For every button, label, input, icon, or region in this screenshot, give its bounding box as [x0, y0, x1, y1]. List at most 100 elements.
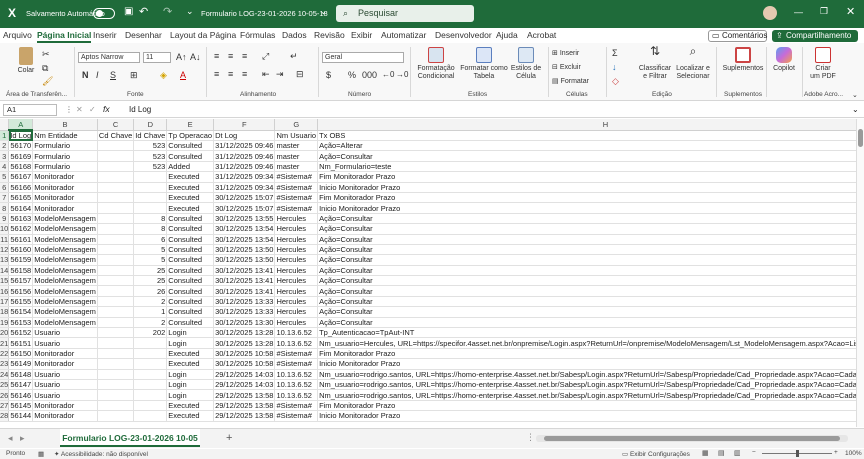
create-pdf-button[interactable]: Criar um PDF	[806, 47, 840, 81]
tab-desenhar[interactable]: Desenhar	[125, 30, 162, 40]
zoom-out-icon[interactable]: −	[752, 449, 756, 456]
cell-h7[interactable]: Fim Monitorador Prazo	[317, 192, 856, 204]
cell-f8[interactable]: 30/12/2025 15:07	[213, 202, 276, 214]
cell-c10[interactable]	[97, 223, 135, 235]
cell-c16[interactable]	[97, 285, 135, 297]
cell-f1[interactable]: Dt Log	[213, 130, 276, 141]
cell-f25[interactable]: 29/12/2025 14:03	[213, 379, 276, 391]
column-header-b[interactable]: B	[32, 119, 98, 131]
cell-f24[interactable]: 29/12/2025 14:03	[213, 369, 276, 381]
cell-h15[interactable]: Ação=Consultar	[317, 275, 856, 287]
cell-f17[interactable]: 30/12/2025 13:33	[213, 296, 276, 308]
cell-b11[interactable]: ModeloMensagem	[32, 234, 98, 245]
conditional-formatting-button[interactable]: Formatação Condicional	[413, 47, 459, 81]
cell-c9[interactable]	[97, 213, 135, 225]
cell-d27[interactable]	[133, 400, 168, 412]
cell-f26[interactable]: 29/12/2025 13:58	[213, 389, 276, 401]
row-header[interactable]: 7	[0, 192, 10, 204]
cell-e17[interactable]: Consulted	[166, 296, 215, 308]
cell-f12[interactable]: 30/12/2025 13:50	[213, 244, 276, 256]
cell-g26[interactable]: 10.13.6.52	[274, 389, 319, 401]
row-header[interactable]: 6	[0, 182, 10, 193]
copy-icon[interactable]: ⧉	[42, 63, 48, 74]
cell-e22[interactable]: Executed	[166, 348, 215, 360]
cell-a11[interactable]: 56161	[8, 234, 34, 245]
name-box[interactable]: A1	[3, 104, 57, 116]
cell-c8[interactable]	[97, 202, 135, 214]
cell-b24[interactable]: Usuario	[32, 369, 98, 381]
cell-g7[interactable]: #Sistema#	[274, 192, 319, 204]
cell-g19[interactable]: Hercules	[274, 317, 319, 329]
cell-a7[interactable]: 56165	[8, 192, 34, 204]
cell-g12[interactable]: Hercules	[274, 244, 319, 256]
cell-h13[interactable]: Ação=Consultar	[317, 254, 856, 266]
cell-e8[interactable]: Executed	[166, 202, 215, 214]
cell-g9[interactable]: Hercules	[274, 213, 319, 225]
avatar[interactable]	[763, 6, 777, 20]
tab-ajuda[interactable]: Ajuda	[496, 30, 518, 40]
cell-a18[interactable]: 56154	[8, 306, 34, 318]
row-header[interactable]: 22	[0, 348, 10, 360]
cell-f2[interactable]: 31/12/2025 09:46	[213, 140, 276, 152]
tab-acrobat[interactable]: Acrobat	[527, 30, 556, 40]
cell-h18[interactable]: Ação=Consultar	[317, 306, 856, 318]
cell-b19[interactable]: ModeloMensagem	[32, 317, 98, 329]
cell-b16[interactable]: ModeloMensagem	[32, 285, 98, 297]
cell-e6[interactable]: Executed	[166, 182, 215, 193]
cell-h9[interactable]: Ação=Consultar	[317, 213, 856, 225]
fill-color-icon[interactable]: ◈	[160, 70, 167, 81]
cell-a3[interactable]: 56169	[8, 150, 34, 162]
increase-decimal-icon[interactable]: ←0	[382, 70, 394, 79]
cell-a17[interactable]: 56155	[8, 296, 34, 308]
sort-filter-button[interactable]: ⇅ Classificar e Filtrar	[636, 45, 674, 81]
increase-indent-icon[interactable]: ⇥	[276, 69, 284, 80]
cell-a20[interactable]: 56152	[8, 327, 34, 339]
align-center-icon[interactable]: ≡	[228, 69, 233, 79]
cell-c13[interactable]	[97, 254, 135, 266]
cell-c2[interactable]	[97, 140, 135, 152]
tab-automatizar[interactable]: Automatizar	[381, 30, 426, 40]
select-all-corner[interactable]	[0, 119, 10, 131]
cell-f4[interactable]: 31/12/2025 09:46	[213, 161, 276, 173]
display-settings-button[interactable]: ▭ Exibir Configurações	[622, 450, 690, 458]
prev-sheet-icon[interactable]: ◂	[8, 433, 13, 444]
cell-g18[interactable]: Hercules	[274, 306, 319, 318]
column-header-e[interactable]: E	[166, 119, 215, 131]
cell-b25[interactable]: Usuario	[32, 379, 98, 391]
cell-b26[interactable]: Usuario	[32, 389, 98, 401]
cell-d15[interactable]: 25	[133, 275, 168, 287]
formula-options-icon[interactable]: ⋮	[65, 105, 73, 114]
minimize-icon[interactable]: —	[794, 7, 803, 17]
cell-d20[interactable]: 202	[133, 327, 168, 339]
cell-h16[interactable]: Ação=Consultar	[317, 285, 856, 297]
enter-icon[interactable]: ✓	[89, 105, 96, 114]
cell-e2[interactable]: Consulted	[166, 140, 215, 152]
cell-g20[interactable]: 10.13.6.52	[274, 327, 319, 339]
cell-c20[interactable]	[97, 327, 135, 339]
cell-h20[interactable]: Tp_Autenticacao=TpAut-INT	[317, 327, 856, 339]
zoom-slider-handle[interactable]	[796, 450, 799, 457]
cell-g4[interactable]: master	[274, 161, 319, 173]
cell-b7[interactable]: Monitorador	[32, 192, 98, 204]
vertical-scroll-thumb[interactable]	[858, 129, 863, 147]
cancel-icon[interactable]: ✕	[76, 105, 83, 114]
currency-icon[interactable]: $	[326, 70, 331, 80]
cell-b15[interactable]: ModeloMensagem	[32, 275, 98, 287]
clear-icon[interactable]: ◇	[612, 76, 619, 87]
cell-a25[interactable]: 56147	[8, 379, 34, 391]
number-format-dropdown[interactable]: Geral	[322, 52, 404, 63]
column-header-c[interactable]: C	[97, 119, 135, 131]
row-header[interactable]: 25	[0, 379, 10, 391]
cell-d6[interactable]	[133, 182, 168, 193]
cell-a26[interactable]: 56146	[8, 389, 34, 401]
cell-a1[interactable]: Id Log	[8, 130, 34, 141]
cell-h27[interactable]: Fim Monitorador Prazo	[317, 400, 856, 412]
cell-c24[interactable]	[97, 369, 135, 381]
cell-b14[interactable]: ModeloMensagem	[32, 265, 98, 277]
row-header[interactable]: 23	[0, 358, 10, 370]
cell-d10[interactable]: 8	[133, 223, 168, 235]
cell-c12[interactable]	[97, 244, 135, 256]
cell-f15[interactable]: 30/12/2025 13:41	[213, 275, 276, 287]
tab-revisao[interactable]: Revisão	[314, 30, 345, 40]
insert-cells-button[interactable]: ⊞ Inserir	[552, 49, 579, 57]
